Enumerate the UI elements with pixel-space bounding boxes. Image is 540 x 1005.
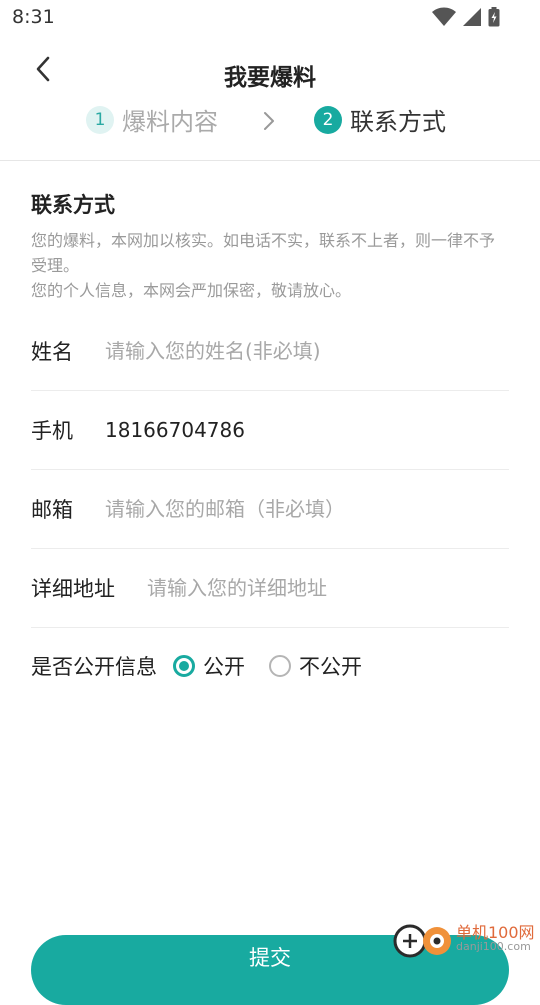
wifi-icon: [432, 7, 456, 26]
email-row: 邮箱: [31, 469, 509, 549]
status-time: 8:31: [12, 6, 55, 28]
status-icons: [432, 7, 500, 27]
chevron-right-icon: [264, 112, 274, 130]
radio-public[interactable]: 公开: [173, 651, 245, 681]
step-indicator: 1 爆料内容 2 联系方式: [0, 102, 540, 144]
step-number: 1: [86, 105, 114, 134]
divider: [0, 160, 540, 161]
section-title: 联系方式: [31, 193, 115, 217]
watermark-logo-icon: [393, 924, 451, 958]
watermark: 单机100网 danji100.com: [392, 917, 540, 960]
address-input[interactable]: [147, 575, 467, 600]
radio-unchecked-icon: [269, 655, 291, 677]
step-contact: 2 联系方式: [314, 102, 446, 137]
radio-private[interactable]: 不公开: [269, 651, 362, 681]
radio-public-label: 公开: [203, 655, 245, 679]
name-label: 姓名: [31, 339, 73, 364]
status-bar: 8:31: [0, 0, 540, 36]
email-input[interactable]: [105, 496, 475, 521]
email-label: 邮箱: [31, 497, 73, 522]
phone-label: 手机: [31, 418, 73, 443]
page-title: 我要爆料: [224, 65, 316, 91]
watermark-subtext: danji100.com: [456, 940, 531, 953]
step-content: 1 爆料内容: [86, 102, 218, 137]
phone-input[interactable]: [105, 417, 475, 442]
step-label: 爆料内容: [122, 108, 218, 136]
step-label: 联系方式: [350, 108, 446, 136]
battery-icon: [488, 7, 500, 27]
public-info-label: 是否公开信息: [31, 655, 157, 679]
address-row: 详细地址: [31, 548, 509, 628]
signal-icon: [463, 8, 481, 26]
name-row: 姓名: [31, 311, 509, 391]
address-label: 详细地址: [31, 576, 115, 601]
radio-checked-icon: [173, 655, 195, 677]
public-info-row: 是否公开信息 公开 不公开: [31, 648, 362, 684]
app-header: 我要爆料: [0, 36, 540, 106]
name-input[interactable]: [105, 338, 475, 363]
phone-row: 手机: [31, 390, 509, 470]
radio-private-label: 不公开: [299, 655, 362, 679]
step-number: 2: [314, 105, 342, 134]
privacy-notice: 您的爆料，本网加以核实。如电话不实，联系不上者，则一律不予受理。 您的个人信息，…: [31, 231, 496, 300]
